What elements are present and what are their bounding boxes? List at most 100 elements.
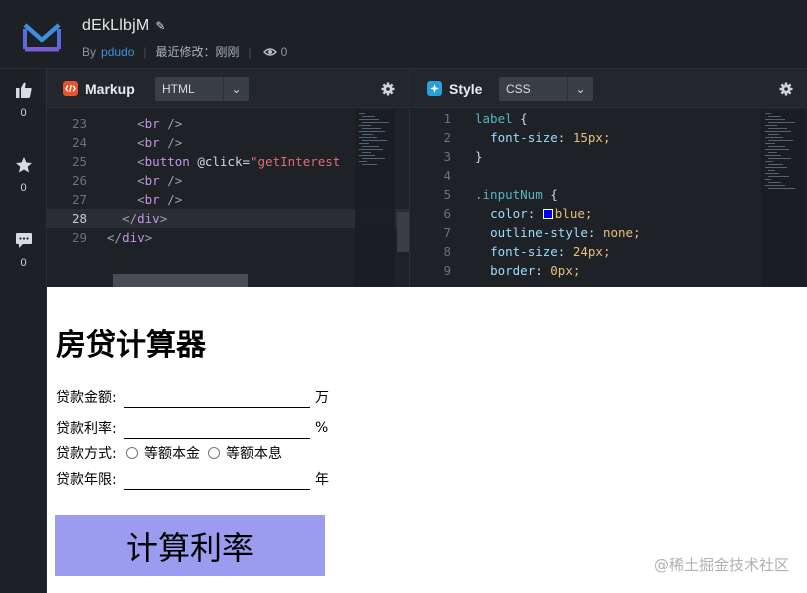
line-number: 3 bbox=[443, 149, 451, 164]
chevron-down-icon: ⌄ bbox=[223, 77, 249, 101]
gear-icon[interactable] bbox=[381, 82, 395, 96]
minimap-line bbox=[765, 149, 789, 150]
author-link[interactable]: pdudo bbox=[101, 45, 134, 59]
like-button[interactable]: 0 bbox=[0, 81, 47, 119]
minimap-line bbox=[362, 134, 373, 135]
thumbs-up-icon bbox=[15, 82, 32, 98]
page-title: 房贷计算器 bbox=[56, 328, 206, 363]
line-number: 1 bbox=[443, 111, 451, 126]
code-line: 5 .inputNum { bbox=[411, 185, 557, 204]
chevron-down-icon: ⌄ bbox=[567, 77, 593, 101]
code-text: label { bbox=[475, 111, 528, 126]
gear-icon[interactable] bbox=[779, 82, 793, 96]
minimap-line bbox=[362, 116, 375, 117]
code-line: 24 <br /> bbox=[47, 133, 182, 152]
minimap-line bbox=[768, 134, 779, 135]
markup-language-value: HTML bbox=[162, 82, 195, 96]
code-text: border: 0px; bbox=[490, 263, 581, 278]
watermark: @稀土掘金技术社区 bbox=[653, 556, 789, 574]
style-code-editor[interactable]: 1 label {2 font-size: 15px; 3} 4 5 .inputNum … bbox=[411, 109, 807, 287]
loan-years-input[interactable] bbox=[124, 468, 310, 490]
markup-horizontal-scrollbar[interactable] bbox=[113, 274, 248, 287]
loan-amount-unit: 万 bbox=[315, 390, 329, 406]
line-number: 25 bbox=[71, 154, 87, 169]
star-icon bbox=[15, 157, 32, 173]
style-label: Style bbox=[449, 81, 483, 97]
style-panel: Style CSS ⌄ 1 label {2 font-size: 15px; 3}… bbox=[411, 69, 807, 287]
style-minimap[interactable] bbox=[761, 109, 805, 287]
minimap-line bbox=[362, 158, 385, 159]
code-text: color: blue; bbox=[490, 206, 593, 221]
code-line: 1 label { bbox=[411, 109, 528, 128]
markup-scrollbar[interactable] bbox=[397, 212, 409, 252]
code-line: 26 <br /> bbox=[47, 171, 182, 190]
loan-rate-input[interactable] bbox=[124, 417, 310, 439]
minimap-line bbox=[765, 155, 781, 156]
line-number: 4 bbox=[443, 168, 451, 183]
pencil-icon[interactable]: ✎ bbox=[155, 19, 165, 33]
minimap-line bbox=[768, 182, 781, 183]
loan-years-unit: 年 bbox=[315, 472, 329, 488]
preview-pane: 房贷计算器 贷款金额: 万 贷款利率: % 贷款方式: 等额本金 等额本息 贷款… bbox=[47, 287, 807, 593]
code-text: font-size: 24px; bbox=[490, 244, 611, 259]
line-number: 27 bbox=[71, 192, 87, 207]
minimap-line bbox=[765, 137, 783, 138]
like-count: 0 bbox=[20, 107, 27, 119]
method-radio-interest[interactable] bbox=[208, 447, 220, 459]
minimap-line bbox=[359, 155, 375, 156]
minimap-line bbox=[359, 137, 377, 138]
code-line: 25 <button @click="getInterest bbox=[47, 152, 340, 171]
line-number: 24 bbox=[71, 135, 87, 150]
line-number: 23 bbox=[71, 116, 87, 131]
code-line: 23 <br /> bbox=[47, 114, 182, 133]
style-language-value: CSS bbox=[506, 82, 531, 96]
markup-minimap[interactable] bbox=[355, 109, 395, 287]
divider: | bbox=[143, 44, 147, 59]
minimap-line bbox=[362, 140, 387, 141]
style-language-select[interactable]: CSS ⌄ bbox=[499, 77, 593, 101]
modified-time: 最近修改：刚刚 bbox=[155, 45, 240, 59]
minimap-line bbox=[362, 164, 377, 165]
app-logo-icon[interactable] bbox=[22, 22, 62, 54]
markup-language-select[interactable]: HTML ⌄ bbox=[155, 77, 249, 101]
comment-button[interactable]: 0 bbox=[0, 231, 47, 269]
star-button[interactable]: 0 bbox=[0, 156, 47, 194]
minimap-line bbox=[768, 176, 789, 177]
minimap-line bbox=[765, 119, 785, 120]
minimap-line bbox=[765, 131, 791, 132]
minimap-line bbox=[768, 170, 775, 171]
minimap-line bbox=[359, 161, 367, 162]
line-number: 28 bbox=[71, 211, 87, 226]
line-number: 26 bbox=[71, 173, 87, 188]
code-line: 8 font-size: 24px; bbox=[411, 242, 611, 261]
minimap-line bbox=[768, 152, 777, 153]
css-icon bbox=[427, 81, 442, 96]
code-line: 9 border: 0px; bbox=[411, 261, 580, 280]
minimap-line bbox=[359, 113, 365, 114]
line-number: 6 bbox=[443, 206, 451, 221]
minimap-line bbox=[765, 161, 773, 162]
method-radio-principal[interactable] bbox=[126, 447, 138, 459]
loan-amount-input[interactable] bbox=[124, 386, 310, 408]
minimap-line bbox=[768, 140, 793, 141]
codepen-editor: dEkLlbjM ✎ By pdudo | 最近修改：刚刚 | 0 0 0 0 … bbox=[0, 0, 807, 593]
line-number: 5 bbox=[443, 187, 451, 202]
code-text: outline-style: none; bbox=[490, 225, 641, 240]
action-sidebar: 0 0 0 bbox=[0, 69, 47, 593]
minimap-line bbox=[768, 146, 785, 147]
code-line: 3} bbox=[411, 147, 482, 166]
minimap-line bbox=[768, 128, 787, 129]
minimap-line bbox=[362, 128, 381, 129]
pen-title[interactable]: dEkLlbjM bbox=[82, 17, 149, 35]
html-icon bbox=[63, 81, 78, 96]
method-option-label: 等额本金 bbox=[144, 446, 200, 462]
markup-label: Markup bbox=[85, 81, 135, 97]
code-line: 7 outline-style: none; bbox=[411, 223, 641, 242]
line-number: 29 bbox=[71, 230, 87, 245]
minimap-line bbox=[359, 125, 371, 126]
code-text: <br /> bbox=[137, 116, 183, 131]
calculate-button[interactable]: 计算利率 bbox=[55, 515, 325, 576]
eye-icon bbox=[262, 47, 277, 56]
minimap-line bbox=[362, 152, 371, 153]
comment-icon bbox=[15, 233, 32, 248]
